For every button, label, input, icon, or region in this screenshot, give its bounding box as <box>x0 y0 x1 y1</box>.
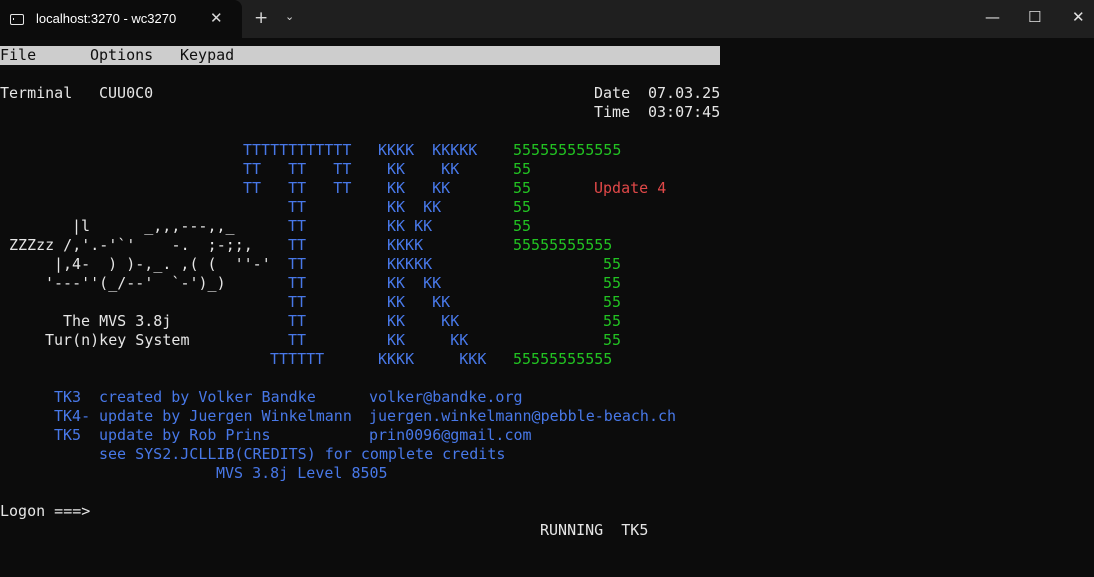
logon-prompt: Logon ===> <box>0 502 91 520</box>
banner-tt-line: TT <box>288 198 307 216</box>
banner-tt-line: TT <box>288 293 307 311</box>
credit-email: volker@bandke.org <box>369 388 523 406</box>
logon-input[interactable] <box>99 502 108 521</box>
menu-keypad[interactable]: Keypad <box>180 46 234 65</box>
banner-five-line: 55 <box>603 293 622 311</box>
banner-kk-line: KK KK <box>387 217 433 235</box>
menu-file[interactable]: File <box>0 46 36 65</box>
banner-tt-line: TT TT TT <box>243 179 352 197</box>
banner-tt-line: TT <box>288 331 307 349</box>
ascii-art-line: ZZZzz /,'.-'`' -. ;-;;, <box>9 236 253 254</box>
credit-tag: TK5 <box>54 426 82 444</box>
time-label: Time <box>594 103 631 121</box>
window-title-bar: localhost:3270 - wc3270 ✕ + ⌄ — ☐ ✕ <box>0 0 1094 38</box>
minimize-button[interactable]: — <box>985 8 1000 26</box>
banner-kk-line: KKKKK <box>387 255 433 273</box>
tab-title: localhost:3270 - wc3270 <box>36 11 177 26</box>
date-value: 07.03.25 <box>648 84 721 102</box>
banner-kk-line: KK KK <box>387 312 460 330</box>
banner-kk-line: KK KK <box>387 198 442 216</box>
banner-five-line: 55 <box>603 274 622 292</box>
banner-five-line: 555555555555 <box>513 141 622 159</box>
status-line: RUNNING TK5 <box>540 521 649 539</box>
banner-five-line: 55 <box>513 217 532 235</box>
system-name-line: The MVS 3.8j <box>63 312 172 330</box>
mvs-level: MVS 3.8j Level 8505 <box>216 464 388 482</box>
update-label: Update 4 <box>594 179 667 197</box>
banner-five-line: 55 <box>603 312 622 330</box>
banner-kk-line: KK KK <box>387 160 460 178</box>
ascii-art-line: |l _,,,---,,_ <box>72 217 235 235</box>
banner-tt-line: TTTTTT <box>270 350 325 368</box>
time-value: 03:07:45 <box>648 103 721 121</box>
credit-tag: TK4- <box>54 407 91 425</box>
terminal-tab[interactable]: localhost:3270 - wc3270 ✕ <box>0 0 242 38</box>
terminal-label: Terminal <box>0 84 73 102</box>
banner-tt-line: TT <box>288 236 307 254</box>
banner-tt-line: TTTTTTTTTTTT <box>243 141 352 159</box>
menu-options[interactable]: Options <box>90 46 153 65</box>
banner-five-line: 55 <box>603 331 622 349</box>
banner-kk-line: KKKK KKKKK <box>378 141 478 159</box>
banner-kk-line: KKKK <box>387 236 424 254</box>
banner-tt-line: TT <box>288 217 307 235</box>
terminal-id: CUU0C0 <box>99 84 154 102</box>
banner-tt-line: TT <box>288 255 307 273</box>
banner-tt-line: TT <box>288 274 307 292</box>
banner-kk-line: KKKK KKK <box>378 350 487 368</box>
ascii-art-line: |,4- ) )-,_. ,( ( ''-' <box>54 255 271 273</box>
banner-tt-line: TT TT TT <box>243 160 352 178</box>
banner-five-line: 55 <box>513 160 532 178</box>
see-credits-line: see SYS2.JCLLIB(CREDITS) for complete cr… <box>99 445 506 463</box>
close-window-button[interactable]: ✕ <box>1072 8 1085 26</box>
banner-five-line: 55 <box>513 198 532 216</box>
credit-text: update by Rob Prins <box>99 426 271 444</box>
banner-five-line: 55 <box>513 179 532 197</box>
credit-text: update by Juergen Winkelmann <box>99 407 352 425</box>
banner-five-line: 55 <box>603 255 622 273</box>
banner-kk-line: KK KK <box>387 331 469 349</box>
chevron-down-icon[interactable]: ⌄ <box>285 10 294 23</box>
terminal-icon <box>10 14 24 25</box>
banner-five-line: 55555555555 <box>513 350 613 368</box>
credit-email: prin0096@gmail.com <box>369 426 532 444</box>
banner-five-line: 55555555555 <box>513 236 613 254</box>
banner-kk-line: KK KK <box>387 179 451 197</box>
banner-tt-line: TT <box>288 312 307 330</box>
maximize-button[interactable]: ☐ <box>1028 8 1041 26</box>
ascii-art-line: '---''(_/--' `-')_) <box>45 274 226 292</box>
credit-text: created by Volker Bandke <box>99 388 316 406</box>
banner-kk-line: KK KK <box>387 293 451 311</box>
new-tab-button[interactable]: + <box>254 8 268 28</box>
close-tab-icon[interactable]: ✕ <box>210 9 223 27</box>
banner-kk-line: KK KK <box>387 274 442 292</box>
credit-email: juergen.winkelmann@pebble-beach.ch <box>369 407 677 425</box>
date-label: Date <box>594 84 631 102</box>
system-name-line: Tur(n)key System <box>45 331 190 349</box>
credit-tag: TK3 <box>54 388 82 406</box>
